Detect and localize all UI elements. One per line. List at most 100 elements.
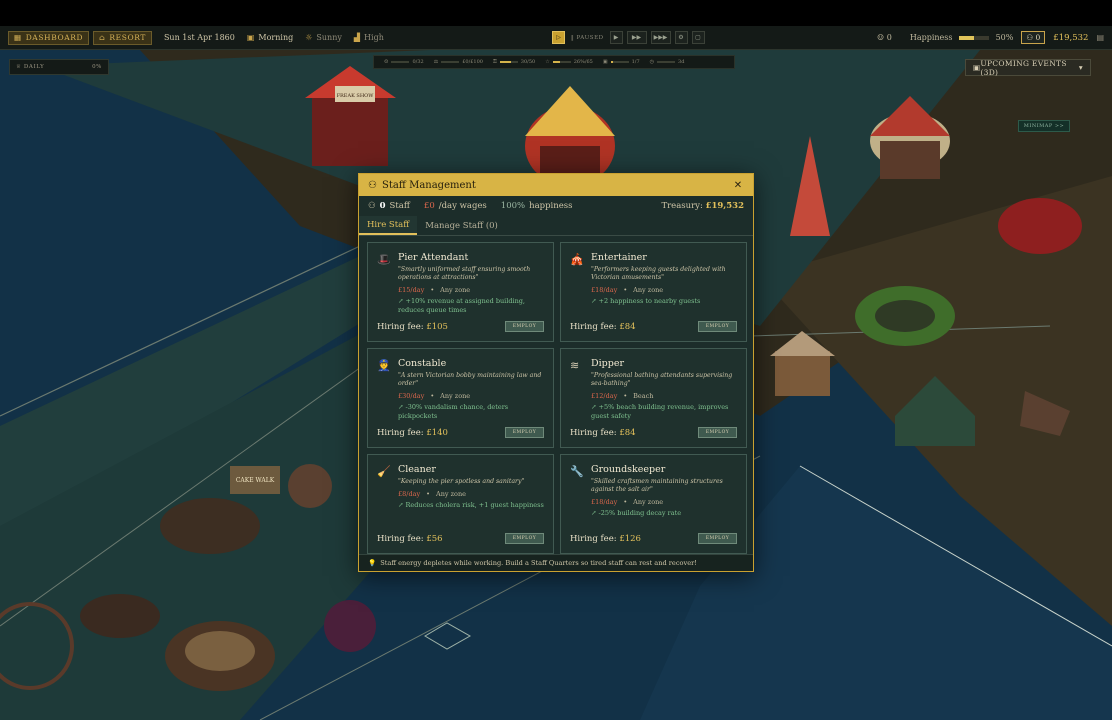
staff-card-constable: 👮 Constable "A stern Victorian bobby maint… [367, 348, 554, 448]
staff-count-box[interactable]: ⚇ 0 [1021, 31, 1046, 44]
staff-tabs: Hire Staff Manage Staff (0) [359, 216, 753, 236]
staff-description: "Skilled craftsmen maintaining structure… [591, 478, 723, 494]
zone: Any zone [440, 286, 471, 295]
employ-button[interactable]: EMPLOY [698, 533, 737, 544]
wrench-icon: 🔧 [570, 465, 584, 478]
metric-item: ⚖ £0/£100 [434, 59, 483, 65]
card-footer: Hiring fee: £126 EMPLOY [570, 533, 737, 544]
trend-icon: ↗ [398, 501, 406, 510]
staff-meta: £8/day • Any zone [398, 490, 467, 499]
tab-manage-staff[interactable]: Manage Staff (0) [417, 216, 506, 235]
employ-button[interactable]: EMPLOY [698, 321, 737, 332]
staff-card-pier-attendant: 🎩 Pier Attendant "Smartly uniformed staff … [367, 242, 554, 342]
metrics-strip: ☺ 0/32 ⚖ £0/£100 ⚿ 30/50 ☆ 26%/65 ▣ 1/7 ◷ 3d [373, 55, 735, 69]
capacity-icon: ⚿ [492, 59, 497, 65]
zone: Any zone [633, 498, 664, 507]
pause-button[interactable]: ▷ [552, 31, 565, 44]
metric-bar [657, 61, 676, 63]
metric-bar [391, 61, 410, 63]
sun-icon: ☼ [305, 33, 313, 42]
zone: Any zone [440, 392, 471, 401]
dashboard-button[interactable]: ▦ DASHBOARD [8, 30, 90, 45]
clock-icon: ◷ [649, 59, 655, 65]
demand-level: ▟ High [353, 33, 384, 42]
staff-icon: ⚇ [368, 179, 377, 191]
metric-value: £0/£100 [462, 59, 483, 65]
play-icon: ▶ [613, 34, 619, 41]
happiness-label: happiness [529, 201, 573, 211]
daily-wage: £30/day [398, 392, 425, 401]
star-icon: ☆ [545, 59, 550, 65]
trophy-icon: ♕ DAILY [16, 64, 45, 70]
metric-value: 1/7 [631, 59, 640, 65]
fullscreen-button[interactable]: ▢ [691, 31, 705, 44]
staff-effect: ↗ -25% building decay rate [591, 509, 682, 518]
employ-button[interactable]: EMPLOY [698, 427, 737, 438]
staff-label: Staff [389, 201, 410, 211]
staff-meta: £18/day • Any zone [591, 498, 664, 507]
staff-card-groundskeeper: 🔧 Groundskeeper "Skilled craftsmen maintai… [560, 454, 747, 554]
staff-card-cleaner: 🧹 Cleaner "Keeping the pier spotless and s… [367, 454, 554, 554]
staff-meta: £12/day • Beach [591, 392, 654, 401]
fullscreen-icon: ▢ [695, 34, 701, 41]
daily-wage: £18/day [591, 498, 618, 507]
staff-meta: £15/day • Any zone [398, 286, 471, 295]
close-button[interactable]: ✕ [732, 179, 744, 191]
upcoming-events-button[interactable]: ▣ UPCOMING EVENTS (3D) ▾ [965, 59, 1091, 77]
staff-meta: £18/day • Any zone [591, 286, 664, 295]
happiness-value: 100% [500, 201, 526, 211]
staff-meta: £30/day • Any zone [398, 392, 471, 401]
resort-button[interactable]: ⌂ RESORT [93, 30, 152, 45]
play-button[interactable]: ▶ [609, 31, 623, 44]
hiring-fee: Hiring fee: £56 [377, 533, 443, 544]
metric-value: 30/50 [520, 59, 536, 65]
dashboard-icon: ▦ [14, 33, 22, 42]
metric-item: ⚿ 30/50 [493, 59, 535, 65]
card-footer: Hiring fee: £105 EMPLOY [377, 321, 544, 332]
trend-icon: ↗ [398, 297, 406, 306]
metric-bar [499, 61, 518, 63]
staff-effect: ↗ +2 happiness to nearby guests [591, 297, 701, 306]
happiness-bar [959, 36, 990, 40]
fast-forward-button[interactable]: ▶▶ [626, 31, 647, 44]
fastest-button[interactable]: ▶▶▶ [650, 31, 671, 44]
fast-forward-icon: ▶▶ [631, 34, 642, 41]
metric-bar [552, 61, 571, 63]
wallet-icon[interactable]: ▤ [1096, 33, 1104, 42]
zone: Beach [633, 392, 654, 401]
calendar-icon: ▣ [246, 33, 255, 42]
staff-name: Pier Attendant [398, 252, 469, 263]
staff-card-dipper: ≋ Dipper "Professional bathing attendants … [560, 348, 747, 448]
close-icon: ✕ [733, 179, 743, 191]
employ-button[interactable]: EMPLOY [505, 321, 544, 332]
hiring-fee: Hiring fee: £84 [570, 427, 636, 438]
settings-button[interactable]: ⚙ [674, 31, 688, 44]
game-date: Sun 1st Apr 1860 [163, 33, 235, 42]
minimap-toggle[interactable]: MINIMAP >> [1018, 120, 1070, 132]
calendar-icon: ▣ [602, 59, 608, 65]
employ-button[interactable]: EMPLOY [505, 533, 544, 544]
staff-effect: ↗ -30% vandalism chance, deters pickpock… [398, 403, 509, 420]
staff-effect: ↗ +10% revenue at assigned building, red… [398, 297, 525, 314]
card-footer: Hiring fee: £140 EMPLOY [377, 427, 544, 438]
trend-icon: ↗ [591, 509, 599, 518]
time-of-day: ▣ Morning [246, 33, 294, 42]
daily-wage: £15/day [398, 286, 425, 295]
staff-description: "Keeping the pier spotless and sanitary" [398, 478, 525, 485]
pause-icon: ▷ [556, 34, 561, 41]
staff-effect: ↗ +5% beach building revenue, improves g… [591, 403, 729, 420]
employ-button[interactable]: EMPLOY [505, 427, 544, 438]
police-icon: 👮 [377, 359, 391, 372]
staff-description: "Performers keeping guests delighted wit… [591, 266, 726, 282]
staff-description: "Professional bathing attendants supervi… [591, 372, 733, 388]
staff-count: 0 [379, 201, 386, 211]
trend-icon: ↗ [398, 403, 406, 412]
speed-controls: ▷ ‖ PAUSED ▶ ▶▶ ▶▶▶ ⚙ ▢ [552, 31, 705, 44]
wages-label: /day wages [438, 201, 487, 211]
broom-icon: 🧹 [377, 465, 391, 478]
modal-header: ⚇ Staff Management ✕ [359, 174, 753, 196]
daily-panel[interactable]: ♕ DAILY 0% [9, 59, 109, 75]
daily-wage: £8/day [398, 490, 421, 499]
top-bar: ▦ DASHBOARD ⌂ RESORT Sun 1st Apr 1860 ▣ … [0, 26, 1112, 50]
tab-hire-staff[interactable]: Hire Staff [359, 216, 418, 235]
